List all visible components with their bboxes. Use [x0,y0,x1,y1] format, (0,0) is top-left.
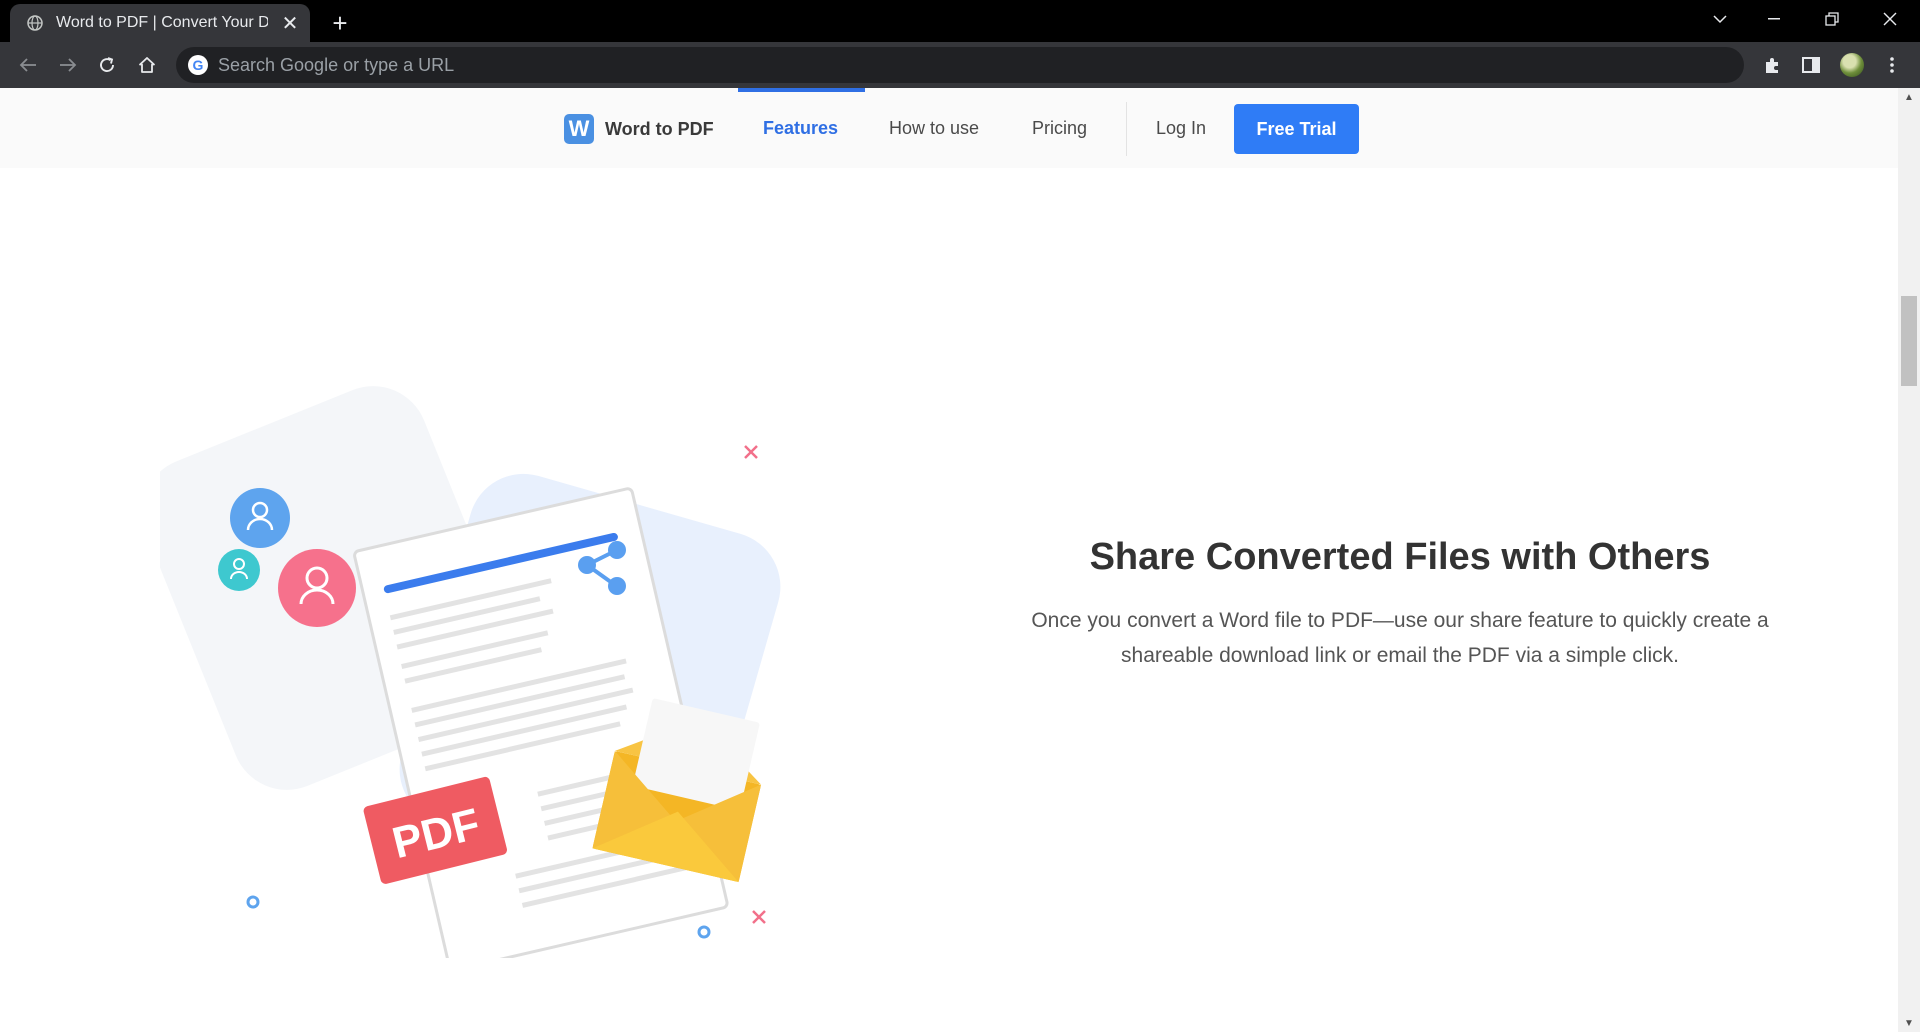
site-header: W Word to PDF Features How to use Pricin… [0,88,1898,168]
google-icon: G [188,55,208,75]
section-description: Once you convert a Word file to PDF—use … [1031,609,1769,667]
free-trial-button[interactable]: Free Trial [1234,104,1359,154]
close-tab-icon[interactable]: ✕ [280,11,300,36]
nav-pricing[interactable]: Pricing [1032,118,1087,139]
logo-text: Word to PDF [605,118,714,139]
browser-tab[interactable]: Word to PDF | Convert Your Doc ✕ [10,4,310,42]
dot-ring-icon [697,925,711,939]
extensions-icon[interactable] [1758,51,1786,79]
nav-divider [1126,102,1127,156]
back-icon[interactable] [14,51,42,79]
active-nav-indicator [738,88,865,92]
close-window-icon[interactable] [1862,0,1918,38]
user-avatar-teal [218,549,260,591]
globe-icon [26,14,44,32]
login-link[interactable]: Log In [1156,118,1206,139]
minimize-icon[interactable] [1746,0,1802,38]
nav-features[interactable]: Features [763,118,838,139]
section-title: Share Converted Files with Others [1089,536,1711,578]
sparkle-icon [752,910,766,924]
menu-icon[interactable] [1878,51,1906,79]
new-tab-icon[interactable]: + [326,8,354,39]
scroll-down-icon[interactable]: ▼ [1898,1014,1920,1032]
browser-tab-strip: Word to PDF | Convert Your Doc ✕ + [0,0,1920,42]
scrollbar-thumb[interactable] [1901,296,1917,386]
share-illustration: PDF [160,386,781,958]
site-logo[interactable]: W Word to PDF [564,114,714,144]
browser-toolbar: G Search Google or type a URL [0,42,1920,88]
address-bar[interactable]: G Search Google or type a URL [176,47,1744,83]
sparkle-icon [744,445,758,459]
home-icon[interactable] [133,51,161,79]
restore-icon[interactable] [1804,0,1860,38]
nav-how-to-use[interactable]: How to use [889,118,979,139]
tab-title: Word to PDF | Convert Your Doc [56,14,268,31]
tab-search-icon[interactable] [1692,0,1748,38]
scroll-up-icon[interactable]: ▲ [1898,88,1920,106]
user-avatar-blue [230,488,290,548]
dot-ring-icon [246,895,260,909]
forward-icon[interactable] [54,51,82,79]
avatar [1840,53,1864,77]
page-viewport: W Word to PDF Features How to use Pricin… [0,88,1898,1032]
side-panel-icon[interactable] [1797,51,1825,79]
page-scrollbar[interactable]: ▲ ▼ [1898,88,1920,1032]
address-placeholder: Search Google or type a URL [218,54,455,75]
logo-mark: W [564,114,594,144]
profile-avatar[interactable] [1838,51,1866,79]
user-avatar-pink [278,549,356,627]
reload-icon[interactable] [93,51,121,79]
